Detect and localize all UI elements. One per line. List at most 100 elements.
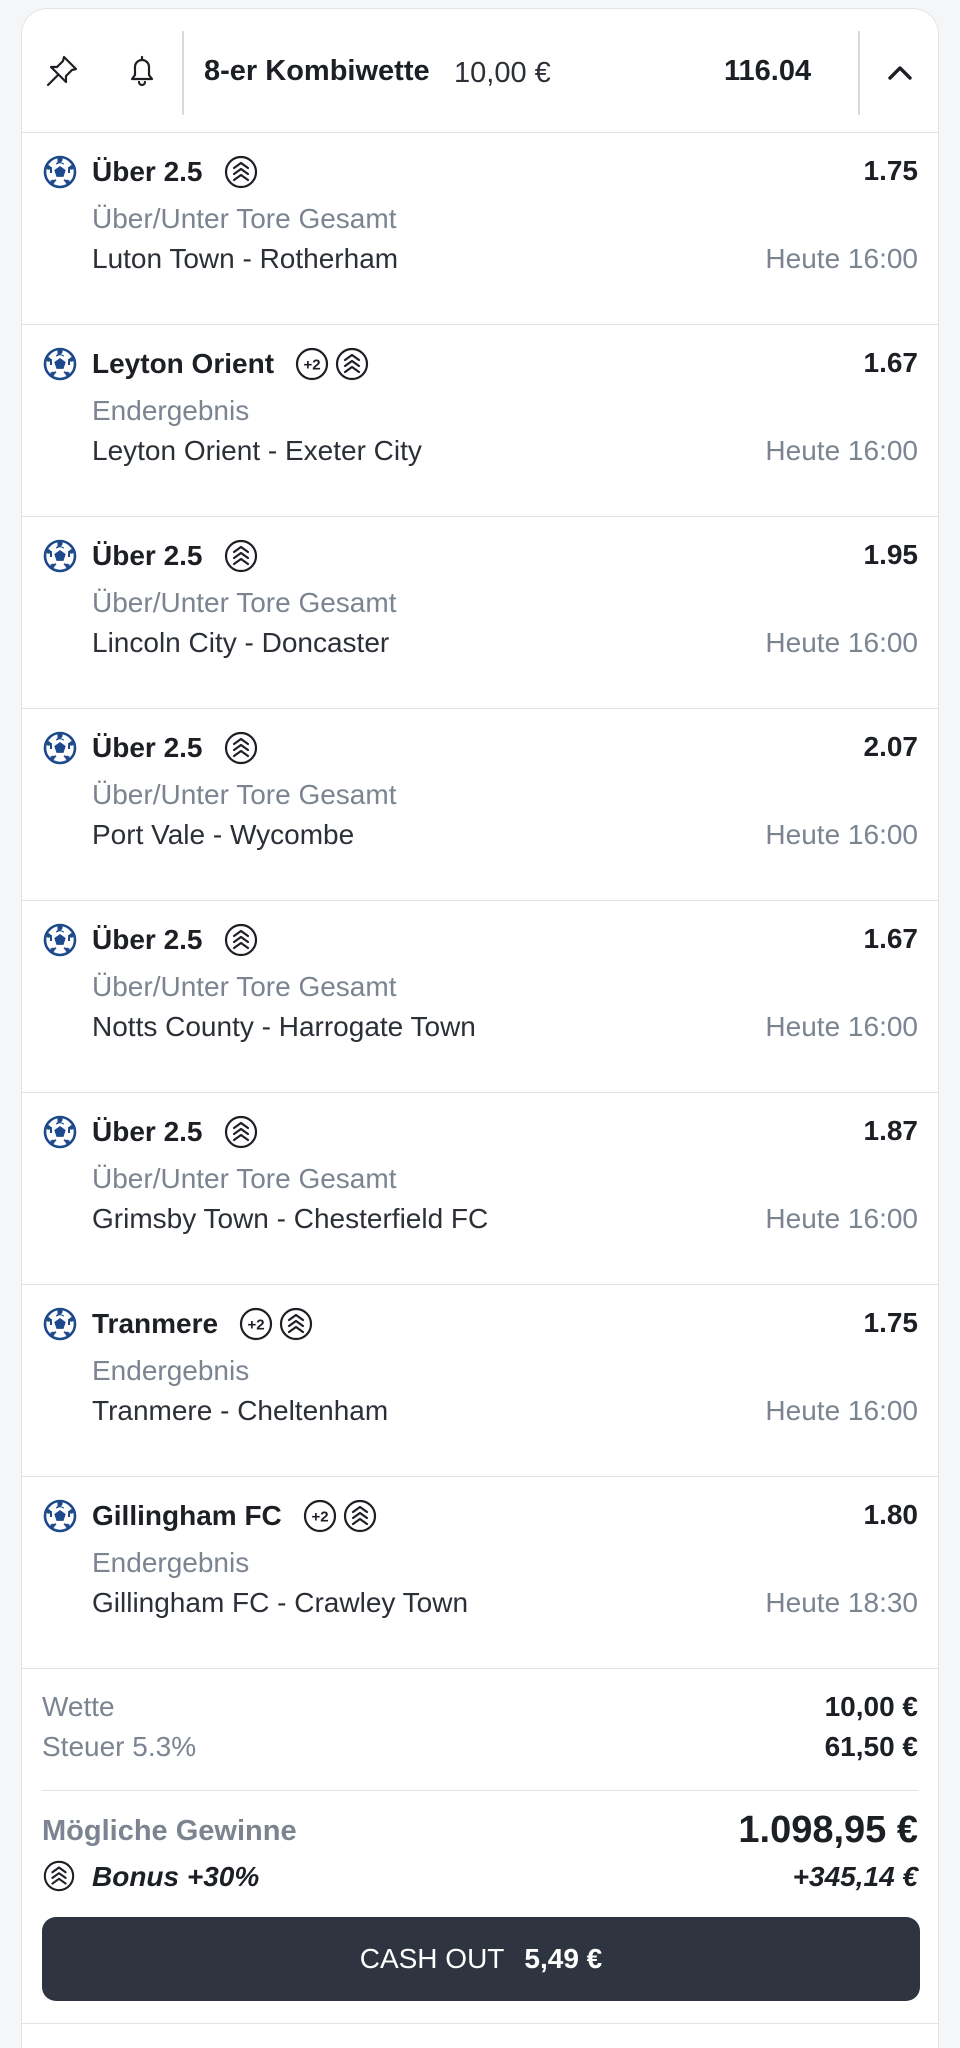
divider bbox=[22, 2023, 938, 2024]
bet-list: Über 2.5 1.75 Über/Unter Tore Gesamt Lut… bbox=[22, 133, 938, 1669]
badge-group: +2 bbox=[302, 1498, 378, 1534]
cash-out-label: CASH OUT bbox=[359, 1943, 505, 1974]
selection-row: Über 2.5 bbox=[92, 1113, 259, 1151]
market-name: Über/Unter Tore Gesamt bbox=[92, 587, 397, 618]
boost-icon bbox=[223, 730, 259, 766]
cash-out-button[interactable]: CASH OUT 5,49 € bbox=[42, 1917, 920, 2001]
match-name: Tranmere - Cheltenham bbox=[92, 1395, 389, 1426]
bet-item[interactable]: Über 2.5 2.07 Über/Unter Tore Gesamt Por… bbox=[22, 709, 938, 901]
match-name: Grimsby Town - Chesterfield FC bbox=[92, 1203, 489, 1234]
chevron-up-icon[interactable] bbox=[874, 47, 926, 99]
selection-name: Über 2.5 bbox=[92, 540, 203, 571]
selection-name: Über 2.5 bbox=[92, 732, 203, 763]
boost-icon bbox=[223, 538, 259, 574]
winnings-value: 1.098,95 € bbox=[738, 1809, 918, 1851]
selection-name: Über 2.5 bbox=[92, 1116, 203, 1147]
match-name: Port Vale - Wycombe bbox=[92, 819, 355, 850]
plus2-icon: +2 bbox=[302, 1498, 338, 1534]
svg-text:+2: +2 bbox=[311, 1509, 328, 1526]
match-name: Notts County - Harrogate Town bbox=[92, 1011, 476, 1042]
selection-row: Tranmere +2 bbox=[92, 1305, 314, 1343]
stake-summary: Wette 10,00 € Steuer 5.3% 61,50 € bbox=[42, 1669, 918, 1791]
bet-odds: 1.67 bbox=[863, 923, 919, 954]
header-divider bbox=[858, 31, 860, 115]
bet-item[interactable]: Über 2.5 1.87 Über/Unter Tore Gesamt Gri… bbox=[22, 1093, 938, 1285]
bell-icon[interactable] bbox=[122, 51, 162, 91]
match-name: Leyton Orient - Exeter City bbox=[92, 435, 422, 466]
market-name: Über/Unter Tore Gesamt bbox=[92, 779, 397, 810]
svg-text:+2: +2 bbox=[248, 1317, 265, 1334]
kickoff-time: Heute 16:00 bbox=[765, 819, 918, 850]
badge-group bbox=[223, 922, 259, 958]
match-name: Gillingham FC - Crawley Town bbox=[92, 1587, 469, 1618]
bet-odds: 2.07 bbox=[863, 731, 919, 762]
stake-value: 10,00 € bbox=[824, 1691, 918, 1722]
match-name: Luton Town - Rotherham bbox=[92, 243, 399, 274]
boost-icon bbox=[223, 922, 259, 958]
soccer-ball-icon bbox=[43, 923, 77, 957]
boost-icon bbox=[334, 346, 370, 382]
boost-icon bbox=[223, 1114, 259, 1150]
badge-group: +2 bbox=[294, 346, 370, 382]
selection-row: Über 2.5 bbox=[92, 537, 259, 575]
cash-out-amount: 5,49 € bbox=[524, 1943, 603, 1974]
potential-winnings: Mögliche Gewinne 1.098,95 € Bonus +30% +… bbox=[42, 1791, 918, 1911]
boost-icon bbox=[42, 1859, 76, 1893]
market-name: Endergebnis bbox=[92, 1355, 250, 1386]
kickoff-time: Heute 16:00 bbox=[765, 243, 918, 274]
selection-name: Über 2.5 bbox=[92, 924, 203, 955]
svg-text:+2: +2 bbox=[303, 357, 320, 374]
badge-group bbox=[223, 538, 259, 574]
selection-row: Über 2.5 bbox=[92, 153, 259, 191]
header-stake: 10,00 € bbox=[454, 57, 551, 89]
boost-icon bbox=[342, 1498, 378, 1534]
badge-group bbox=[223, 1114, 259, 1150]
selection-row: Leyton Orient +2 bbox=[92, 345, 370, 383]
bet-odds: 1.67 bbox=[863, 347, 919, 378]
betslip-header: 8-er Kombiwette 10,00 € 116.04 bbox=[22, 9, 938, 133]
kickoff-time: Heute 16:00 bbox=[765, 1011, 918, 1042]
selection-row: Über 2.5 bbox=[92, 729, 259, 767]
bet-item[interactable]: Über 2.5 1.67 Über/Unter Tore Gesamt Not… bbox=[22, 901, 938, 1093]
selection-name: Leyton Orient bbox=[92, 348, 275, 379]
match-name: Lincoln City - Doncaster bbox=[92, 627, 390, 658]
kickoff-time: Heute 16:00 bbox=[765, 435, 918, 466]
soccer-ball-icon bbox=[43, 731, 77, 765]
badge-group bbox=[223, 730, 259, 766]
badge-group bbox=[223, 154, 259, 190]
selection-name: Über 2.5 bbox=[92, 156, 203, 187]
soccer-ball-icon bbox=[43, 155, 77, 189]
bonus-value: +345,14 € bbox=[792, 1861, 918, 1892]
header-divider bbox=[182, 31, 184, 115]
plus2-icon: +2 bbox=[294, 346, 330, 382]
badge-group: +2 bbox=[238, 1306, 314, 1342]
selection-row: Über 2.5 bbox=[92, 921, 259, 959]
kickoff-time: Heute 16:00 bbox=[765, 627, 918, 658]
soccer-ball-icon bbox=[43, 1115, 77, 1149]
bet-item[interactable]: Über 2.5 1.75 Über/Unter Tore Gesamt Lut… bbox=[22, 133, 938, 325]
selection-name: Tranmere bbox=[92, 1308, 219, 1339]
bet-item[interactable]: Tranmere +2 1.75 Endergebnis Tranmere - … bbox=[22, 1285, 938, 1477]
kickoff-time: Heute 16:00 bbox=[765, 1203, 918, 1234]
bet-item[interactable]: Über 2.5 1.95 Über/Unter Tore Gesamt Lin… bbox=[22, 517, 938, 709]
tax-value: 61,50 € bbox=[824, 1731, 918, 1762]
bonus-label: Bonus +30% bbox=[92, 1861, 260, 1892]
market-name: Über/Unter Tore Gesamt bbox=[92, 203, 397, 234]
market-name: Endergebnis bbox=[92, 1547, 250, 1578]
pin-icon[interactable] bbox=[42, 51, 82, 91]
kickoff-time: Heute 18:30 bbox=[765, 1587, 918, 1618]
boost-icon bbox=[278, 1306, 314, 1342]
market-name: Endergebnis bbox=[92, 395, 250, 426]
selection-name: Gillingham FC bbox=[92, 1500, 282, 1531]
boost-icon bbox=[223, 154, 259, 190]
market-name: Über/Unter Tore Gesamt bbox=[92, 1163, 397, 1194]
betslip-card: 8-er Kombiwette 10,00 € 116.04 Über 2.5 … bbox=[21, 8, 939, 2048]
tax-label: Steuer 5.3% bbox=[42, 1731, 197, 1762]
bet-odds: 1.87 bbox=[863, 1115, 919, 1146]
plus2-icon: +2 bbox=[238, 1306, 274, 1342]
selection-row: Gillingham FC +2 bbox=[92, 1497, 378, 1535]
bet-item[interactable]: Gillingham FC +2 1.80 Endergebnis Gillin… bbox=[22, 1477, 938, 1669]
soccer-ball-icon bbox=[43, 347, 77, 381]
bet-item[interactable]: Leyton Orient +2 1.67 Endergebnis Leyton… bbox=[22, 325, 938, 517]
kickoff-time: Heute 16:00 bbox=[765, 1395, 918, 1426]
